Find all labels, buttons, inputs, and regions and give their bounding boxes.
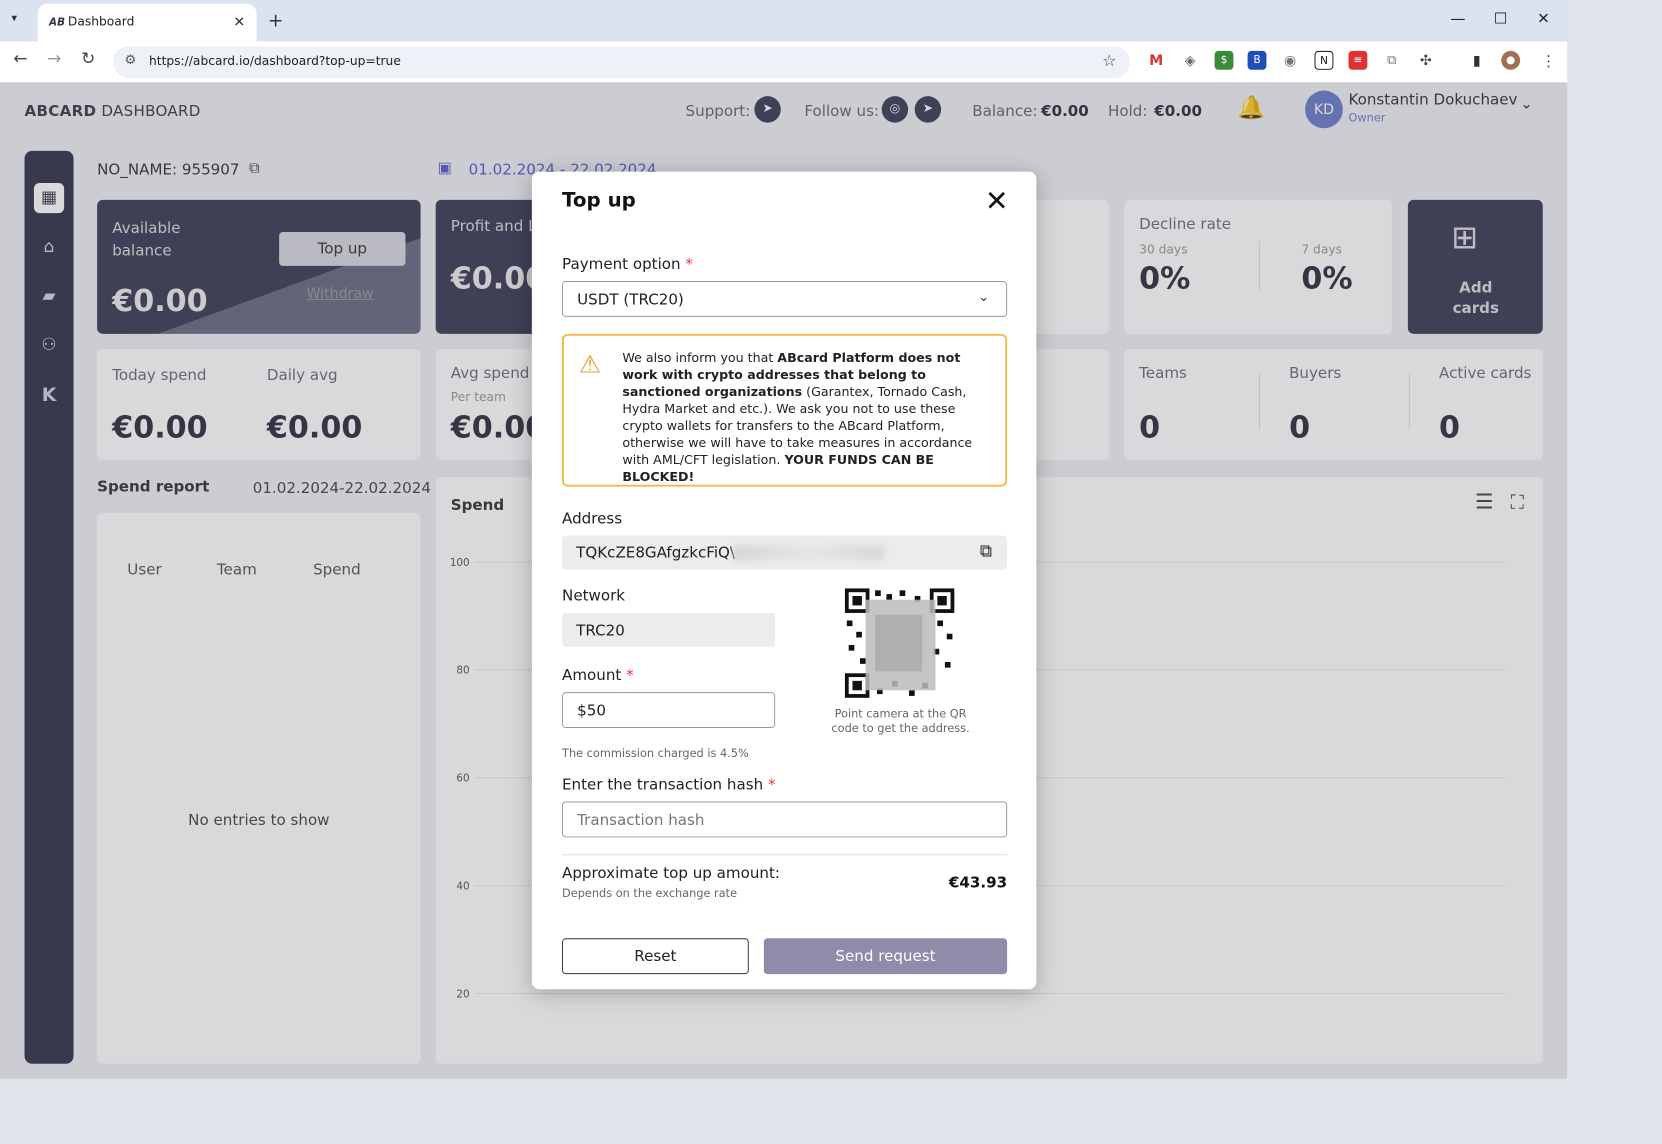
browser-menu-icon[interactable]: ⋮	[1541, 52, 1556, 70]
tab-list-button[interactable]: ▾	[11, 11, 17, 24]
approx-value: €43.93	[948, 873, 1008, 892]
network-field: TRC20	[562, 612, 776, 647]
payment-option-select[interactable]: USDT (TRC20) ⌄	[562, 281, 1008, 317]
extension-blue-icon[interactable]: B	[1247, 50, 1267, 70]
url-text: https://abcard.io/dashboard?top-up=true	[148, 54, 401, 69]
profile-avatar-icon[interactable]: ●	[1501, 50, 1521, 70]
copy-address-icon[interactable]: ⧉	[980, 541, 992, 561]
amount-input[interactable]: $50	[562, 692, 776, 728]
extension-diamond-icon[interactable]: ◈	[1180, 50, 1200, 70]
close-window-button[interactable]: ✕	[1537, 9, 1550, 27]
topup-modal: Top up ✕ Payment option * USDT (TRC20) ⌄…	[531, 171, 1037, 990]
send-request-button[interactable]: Send request	[763, 938, 1008, 975]
commission-note: The commission charged is 4.5%	[562, 746, 749, 761]
approx-label: Approximate top up amount:	[562, 863, 780, 882]
address-bar[interactable]: ⚙ https://abcard.io/dashboard?top-up=tru…	[113, 46, 1130, 79]
minimize-window-button[interactable]: —	[1450, 9, 1465, 27]
gmail-extension-icon[interactable]: M	[1146, 50, 1166, 70]
back-arrow-icon[interactable]: ←	[13, 49, 27, 69]
tab-title: Dashboard	[67, 15, 135, 30]
reload-icon[interactable]: ↻	[81, 49, 95, 69]
extension-red-icon[interactable]: ≡	[1348, 50, 1368, 70]
browser-tab[interactable]: AB Dashboard ✕	[37, 3, 257, 42]
transaction-hash-input[interactable]	[562, 801, 1008, 838]
sanctions-warning: ⚠ We also inform you that ABcard Platfor…	[562, 333, 1008, 487]
extension-cast-icon[interactable]: ⧉	[1382, 50, 1402, 70]
close-modal-icon[interactable]: ✕	[981, 185, 1013, 218]
abcard-favicon-icon: AB	[49, 16, 65, 29]
network-label: Network	[562, 586, 626, 605]
address-field: TQKcZE8GAfgzkcFiQ\ ⧉	[562, 535, 1008, 570]
notion-extension-icon[interactable]: N	[1314, 50, 1334, 70]
payment-option-value: USDT (TRC20)	[577, 290, 684, 309]
hash-label: Enter the transaction hash *	[562, 775, 776, 794]
modal-divider	[562, 854, 1008, 856]
address-label: Address	[562, 509, 623, 528]
warning-triangle-icon: ⚠	[579, 350, 601, 380]
chevron-down-icon: ⌄	[978, 289, 990, 305]
qr-caption: Point camera at the QR code to get the a…	[831, 707, 970, 735]
warning-text: We also inform you that ABcard Platform …	[622, 351, 973, 485]
modal-title: Top up	[562, 188, 636, 212]
bookmark-star-icon[interactable]: ☆	[1102, 52, 1116, 71]
extension-circle-icon[interactable]: ◉	[1280, 50, 1300, 70]
side-panel-icon[interactable]: ▮	[1467, 50, 1487, 70]
extension-green-icon[interactable]: $	[1214, 50, 1234, 70]
forward-arrow-icon[interactable]: →	[47, 49, 61, 69]
payment-option-label: Payment option *	[562, 254, 693, 273]
address-blurred	[733, 545, 885, 561]
amount-label: Amount *	[562, 665, 634, 684]
site-info-icon[interactable]: ⚙	[124, 53, 136, 68]
extensions-puzzle-icon[interactable]: ✣	[1416, 50, 1436, 70]
browser-toolbar: ← → ↻ ⚙ https://abcard.io/dashboard?top-…	[0, 41, 1568, 83]
new-tab-button[interactable]: +	[268, 8, 284, 31]
reset-button[interactable]: Reset	[562, 938, 749, 975]
approx-sub: Depends on the exchange rate	[562, 886, 738, 900]
address-value: TQKcZE8GAfgzkcFiQ\	[576, 543, 735, 562]
browser-tab-bar: ▾ AB Dashboard ✕ + — ☐ ✕	[0, 0, 1568, 42]
maximize-window-button[interactable]: ☐	[1494, 9, 1508, 27]
qr-code	[843, 586, 957, 700]
close-tab-icon[interactable]: ✕	[233, 13, 245, 30]
